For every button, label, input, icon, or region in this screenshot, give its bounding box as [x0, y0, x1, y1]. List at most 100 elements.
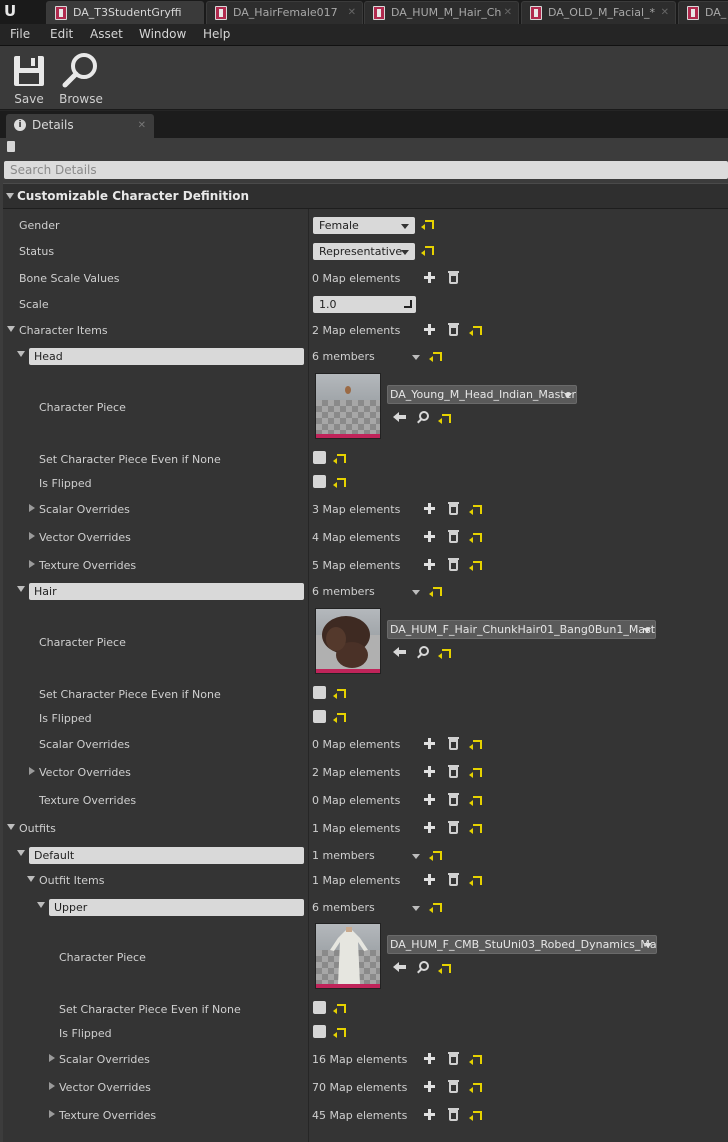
reset-to-default-icon[interactable]: [469, 1111, 482, 1121]
reset-to-default-icon[interactable]: [469, 533, 482, 543]
expand-arrow-icon[interactable]: [37, 902, 45, 908]
reset-to-default-icon[interactable]: [469, 1083, 482, 1093]
browse-button[interactable]: Browse: [56, 50, 106, 106]
add-element-icon[interactable]: [424, 738, 435, 749]
document-tab[interactable]: DA_HUM_M_Hair_Ch ✕: [364, 1, 519, 24]
reset-to-default-icon[interactable]: [421, 220, 434, 230]
browse-search-icon[interactable]: [419, 961, 429, 971]
trash-icon[interactable]: [448, 502, 459, 515]
add-element-icon[interactable]: [424, 874, 435, 885]
reset-to-default-icon[interactable]: [469, 740, 482, 750]
reset-to-default-icon[interactable]: [438, 649, 451, 659]
menu-help[interactable]: Help: [203, 27, 230, 41]
default-key-field[interactable]: Default: [29, 847, 304, 864]
trash-icon[interactable]: [448, 1052, 459, 1065]
menu-file[interactable]: File: [10, 27, 30, 41]
hair-flipped-checkbox[interactable]: [313, 710, 326, 723]
expand-arrow-icon[interactable]: [7, 326, 15, 332]
column-splitter[interactable]: [308, 209, 309, 1142]
expand-arrow-icon[interactable]: [29, 767, 35, 775]
chevron-down-icon[interactable]: [412, 854, 420, 859]
document-tab[interactable]: DA_T3StudentGryffi: [46, 1, 204, 24]
reset-to-default-icon[interactable]: [469, 561, 482, 571]
expand-arrow-icon[interactable]: [17, 586, 25, 592]
reset-to-default-icon[interactable]: [333, 689, 346, 699]
upper-piece-combo[interactable]: DA_HUM_F_CMB_StuUni03_Robed_Dynamics_Mas…: [387, 935, 657, 954]
save-button[interactable]: Save: [4, 50, 54, 106]
trash-icon[interactable]: [448, 1080, 459, 1093]
reset-to-default-icon[interactable]: [333, 713, 346, 723]
upper-set-even-checkbox[interactable]: [313, 1001, 326, 1014]
reset-to-default-icon[interactable]: [429, 851, 442, 861]
expand-arrow-icon[interactable]: [27, 876, 35, 882]
reset-to-default-icon[interactable]: [438, 964, 451, 974]
trash-icon[interactable]: [448, 873, 459, 886]
add-element-icon[interactable]: [424, 559, 435, 570]
search-input[interactable]: Search Details: [4, 161, 728, 179]
trash-icon[interactable]: [448, 821, 459, 834]
scale-input[interactable]: 1.0: [313, 296, 416, 313]
expand-arrow-icon[interactable]: [49, 1082, 55, 1090]
reset-to-default-icon[interactable]: [333, 1028, 346, 1038]
upper-flipped-checkbox[interactable]: [313, 1025, 326, 1038]
add-element-icon[interactable]: [424, 531, 435, 542]
document-tab[interactable]: DA_: [678, 1, 728, 24]
expand-arrow-icon[interactable]: [49, 1054, 55, 1062]
head-set-even-checkbox[interactable]: [313, 451, 326, 464]
reset-to-default-icon[interactable]: [333, 478, 346, 488]
close-icon[interactable]: ✕: [504, 2, 512, 23]
expand-arrow-icon[interactable]: [17, 850, 25, 856]
add-element-icon[interactable]: [424, 503, 435, 514]
trash-icon[interactable]: [448, 271, 459, 284]
hair-thumbnail[interactable]: [315, 608, 381, 674]
reset-to-default-icon[interactable]: [469, 796, 482, 806]
use-selected-arrow-icon[interactable]: [393, 411, 407, 423]
add-element-icon[interactable]: [424, 272, 435, 283]
head-thumbnail[interactable]: [315, 373, 381, 439]
chevron-down-icon[interactable]: [412, 906, 420, 911]
browse-search-icon[interactable]: [419, 411, 429, 421]
trash-icon[interactable]: [448, 1108, 459, 1121]
chevron-down-icon[interactable]: [412, 590, 420, 595]
expand-arrow-icon[interactable]: [7, 824, 15, 830]
close-icon[interactable]: ✕: [138, 114, 146, 137]
add-element-icon[interactable]: [424, 324, 435, 335]
use-selected-arrow-icon[interactable]: [393, 961, 407, 973]
expand-arrow-icon[interactable]: [29, 532, 35, 540]
head-key-field[interactable]: Head: [29, 348, 304, 365]
status-combo[interactable]: Representative: [313, 243, 415, 260]
expand-arrow-icon[interactable]: [29, 560, 35, 568]
upper-thumbnail[interactable]: [315, 923, 381, 989]
chevron-down-icon[interactable]: [412, 355, 420, 360]
trash-icon[interactable]: [448, 737, 459, 750]
hair-key-field[interactable]: Hair: [29, 583, 304, 600]
reset-to-default-icon[interactable]: [469, 876, 482, 886]
add-element-icon[interactable]: [424, 766, 435, 777]
close-icon[interactable]: ✕: [661, 2, 669, 23]
upper-key-field[interactable]: Upper: [49, 899, 304, 916]
trash-icon[interactable]: [448, 530, 459, 543]
reset-to-default-icon[interactable]: [438, 414, 451, 424]
reset-to-default-icon[interactable]: [469, 505, 482, 515]
gender-combo[interactable]: Female: [313, 217, 415, 234]
lock-icon[interactable]: [7, 141, 15, 152]
expand-arrow-icon[interactable]: [17, 351, 25, 357]
document-tab[interactable]: DA_OLD_M_Facial_* ✕: [521, 1, 676, 24]
browse-search-icon[interactable]: [419, 646, 429, 656]
reset-to-default-icon[interactable]: [469, 768, 482, 778]
document-tab[interactable]: DA_HairFemale017 ✕: [206, 1, 363, 24]
trash-icon[interactable]: [448, 765, 459, 778]
reset-to-default-icon[interactable]: [429, 352, 442, 362]
reset-to-default-icon[interactable]: [429, 587, 442, 597]
menu-window[interactable]: Window: [139, 27, 186, 41]
tab-details[interactable]: i Details ✕: [6, 114, 154, 138]
menu-asset[interactable]: Asset: [90, 27, 123, 41]
hair-piece-combo[interactable]: DA_HUM_F_Hair_ChunkHair01_Bang0Bun1_Mast…: [387, 620, 656, 639]
add-element-icon[interactable]: [424, 1081, 435, 1092]
expand-arrow-icon[interactable]: [29, 504, 35, 512]
trash-icon[interactable]: [448, 323, 459, 336]
reset-to-default-icon[interactable]: [429, 903, 442, 913]
add-element-icon[interactable]: [424, 794, 435, 805]
add-element-icon[interactable]: [424, 1109, 435, 1120]
reset-to-default-icon[interactable]: [469, 1055, 482, 1065]
